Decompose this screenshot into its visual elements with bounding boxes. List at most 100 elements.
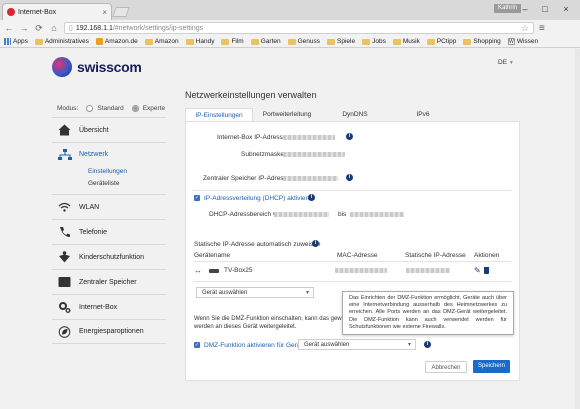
dmz-select-value: Gerät auswählen: [304, 341, 350, 348]
bookmark-administratives[interactable]: Administratives: [34, 38, 89, 45]
col-header-mac: MAC-Adresse: [337, 252, 378, 259]
netzwerk-submenu: Einstellungen Geräteliste: [52, 166, 166, 194]
swisscom-logo: swisscom: [52, 57, 142, 77]
url-input[interactable]: ▯ 192.168.1.1/#network/settings/ip-setti…: [64, 22, 534, 34]
sidebar-item-energiespar[interactable]: Energiesparoptionen: [52, 319, 166, 344]
internet-box-ip-value: [283, 135, 335, 140]
divider: [193, 281, 511, 282]
bookmark-genuss[interactable]: Genuss: [287, 38, 320, 45]
amazon-icon: [95, 38, 103, 45]
device-select-value: Gerät auswählen: [202, 289, 248, 296]
bookmark-musik[interactable]: Musik: [392, 38, 420, 45]
bookmark-shopping[interactable]: Shopping: [463, 38, 501, 45]
edit-pencil-icon[interactable]: ✎: [474, 266, 481, 275]
col-header-actions: Aktionen: [474, 252, 500, 259]
mode-expert-radio[interactable]: [131, 105, 139, 112]
info-icon[interactable]: i: [346, 133, 353, 140]
maximize-button[interactable]: □: [536, 3, 554, 15]
dhcp-range-to-label: bis: [338, 211, 347, 218]
submenu-geraeteliste[interactable]: Geräteliste: [88, 178, 166, 190]
language-select[interactable]: DE ▼: [498, 59, 514, 66]
device-select[interactable]: Gerät auswählen ▾: [196, 287, 314, 298]
tab-dyndns[interactable]: DynDNS: [321, 108, 389, 121]
sidebar-item-label: WLAN: [79, 203, 100, 211]
dhcp-checkbox[interactable]: ✓: [194, 195, 200, 201]
reload-icon[interactable]: ⟳: [34, 23, 44, 34]
storage-ip-value: [283, 176, 338, 181]
mode-selector: Modus: Standard Experte: [57, 105, 165, 112]
bookmark-amazon-de[interactable]: Amazon.de: [95, 38, 138, 45]
bookmark-apps[interactable]: Apps: [4, 38, 28, 45]
swisscom-favicon-icon: [7, 8, 15, 16]
sidebar-item-wlan[interactable]: WLAN: [52, 194, 166, 219]
phone-icon: [58, 226, 71, 238]
bookmark-spiele[interactable]: Spiele: [327, 38, 355, 45]
sidebar-item-label: Internet-Box: [79, 303, 118, 311]
dhcp-checkbox-label: IP-Adressverteilung (DHCP) aktivieren: [204, 195, 315, 202]
subnet-value: [283, 152, 345, 157]
url-host: 192.168.1.1: [75, 24, 113, 32]
back-icon[interactable]: ←: [4, 23, 14, 33]
sidebar-item-zentraler-speicher[interactable]: Zentraler Speicher: [52, 269, 166, 294]
delete-trash-icon[interactable]: [484, 267, 489, 274]
browser-tab[interactable]: Internet-Box ×: [2, 3, 112, 20]
folder-icon: [392, 38, 401, 45]
mode-standard-radio[interactable]: [86, 105, 94, 112]
bookmark-wissen[interactable]: W Wissen: [507, 38, 538, 45]
chevron-down-icon: ▼: [508, 60, 514, 66]
sidebar-item-internet-box[interactable]: Internet-Box: [52, 294, 166, 319]
info-icon[interactable]: i: [312, 240, 319, 247]
gear-icon: [58, 301, 71, 313]
dmz-checkbox-label: DMZ-Funktion aktivieren für Gerät: [204, 342, 303, 349]
mode-expert-label: Experte: [142, 105, 166, 112]
folder-icon: [426, 38, 435, 45]
info-icon[interactable]: i: [308, 194, 315, 201]
minimize-button[interactable]: –: [516, 3, 534, 15]
dhcp-range-from-value[interactable]: [274, 212, 329, 217]
home-icon[interactable]: ⌂: [49, 23, 59, 33]
sidebar-item-telefonie[interactable]: Telefonie: [52, 219, 166, 244]
sidebar-item-label: Übersicht: [79, 126, 109, 134]
bookmark-pctipp[interactable]: PCtipp: [426, 38, 456, 45]
bookmark-jobs[interactable]: Jobs: [362, 38, 386, 45]
chevron-down-icon: ▾: [305, 290, 309, 296]
info-icon[interactable]: i: [424, 341, 431, 348]
save-button[interactable]: Speichern: [473, 360, 510, 373]
bookmark-film[interactable]: Film: [221, 38, 244, 45]
tab-ipv6[interactable]: IPv6: [389, 108, 457, 121]
dmz-device-select[interactable]: Gerät auswählen ▾: [298, 339, 416, 350]
close-window-button[interactable]: ×: [557, 3, 575, 15]
bookmark-garten[interactable]: Garten: [250, 38, 281, 45]
sidebar-item-kinderschutz[interactable]: Kinderschutzfunktion: [52, 244, 166, 269]
bookmark-amazon[interactable]: Amazon: [144, 38, 179, 45]
sidebar-item-label: Netzwerk: [79, 151, 109, 158]
forward-icon[interactable]: →: [19, 23, 29, 33]
sidebar-item-label: Zentraler Speicher: [79, 278, 137, 286]
apps-grid-icon: [4, 38, 11, 45]
cancel-button[interactable]: Abbrechen: [425, 361, 467, 373]
page-scrollbar[interactable]: [575, 49, 580, 409]
folder-icon: [463, 38, 472, 45]
submenu-einstellungen[interactable]: Einstellungen: [88, 166, 166, 178]
browser-menu-icon[interactable]: ≡: [539, 23, 545, 34]
folder-icon: [250, 38, 259, 45]
dhcp-range-to-value[interactable]: [350, 212, 404, 217]
sidebar-item-uebersicht[interactable]: Übersicht: [52, 117, 166, 142]
bookmark-star-icon[interactable]: ☆: [521, 23, 529, 34]
sidebar-item-netzwerk[interactable]: Netzwerk: [52, 142, 166, 166]
url-path: /#network/settings/ip-settings: [112, 24, 204, 32]
info-icon[interactable]: i: [346, 174, 353, 181]
dmz-description-line1: Wenn Sie die DMZ-Funktion einschalten, k…: [194, 316, 349, 322]
static-ip-heading: Statische IP-Adresse automatisch zuweise…: [194, 241, 321, 248]
page-title: Netzwerkeinstellungen verwalten: [185, 90, 317, 100]
bookmark-handy[interactable]: Handy: [185, 38, 214, 45]
mac-address-value: [335, 268, 387, 273]
close-tab-icon[interactable]: ×: [102, 8, 107, 17]
tab-portweiterleitung[interactable]: Portweiterleitung: [253, 108, 321, 121]
sidebar: Übersicht Netzwerk Einstellungen Gerätel…: [52, 117, 166, 344]
tab-ip-einstellungen[interactable]: IP-Einstellungen: [185, 108, 253, 121]
table-row: ↔ TV-Box25 ✎: [194, 266, 512, 278]
subnet-label: Subnetzmaske: [241, 151, 284, 158]
mode-label: Modus:: [57, 105, 79, 112]
dmz-checkbox[interactable]: ✓: [194, 342, 200, 348]
